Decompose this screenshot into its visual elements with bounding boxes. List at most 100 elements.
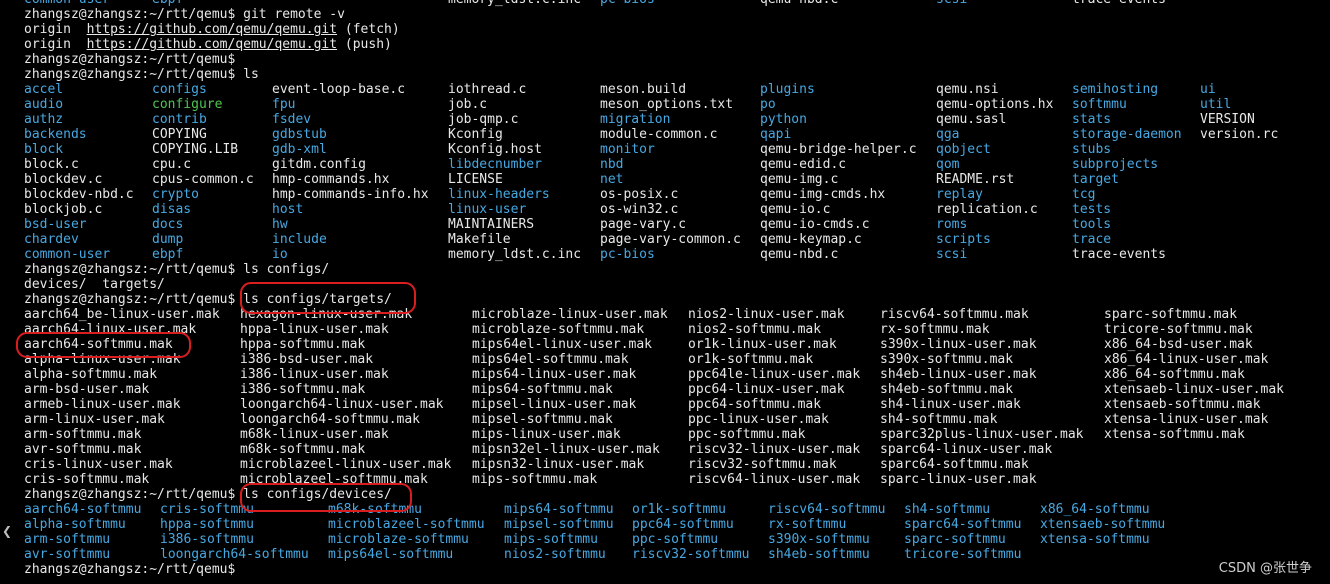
targets-row: alpha-softmmu.mak i386-linux-user.mak mips… — [24, 367, 1324, 382]
ls-entry: authz — [24, 112, 64, 127]
target-file: mips64el-linux-user.mak — [472, 337, 653, 352]
remote-url-link: https://github.com/qemu/qemu.git — [86, 37, 338, 52]
ls-entry: page-vary.c — [600, 217, 687, 232]
target-file: mipsel-linux-user.mak — [472, 397, 637, 412]
ls-entry: qemu-img-cmds.hx — [760, 187, 886, 202]
target-file: cris-linux-user.mak — [24, 457, 173, 472]
device-dir: arm-softmmu — [24, 532, 111, 547]
ls-entry: qemu.sasl — [936, 112, 1007, 127]
ls-row: blockdev-nbd.c crypto hmp-commands-info.hx… — [24, 187, 1324, 202]
ls-entry: tools — [1072, 217, 1112, 232]
target-file: aarch64-linux-user.mak — [24, 322, 197, 337]
target-file: sparc-softmmu.mak — [1104, 307, 1238, 322]
ls-entry: COPYING — [152, 127, 207, 142]
ls-entry: qemu-nbd.c — [760, 247, 839, 262]
target-file: mips-softmmu.mak — [472, 472, 598, 487]
device-dir: ppc-softmmu — [632, 532, 719, 547]
ls-entry: blockdev.c — [24, 172, 103, 187]
device-dir: s390x-softmmu — [768, 532, 870, 547]
ls-entry: migration — [600, 112, 671, 127]
ls-row: accel configs event-loop-base.c iothread.c m… — [24, 82, 1324, 97]
ls-entry: chardev — [24, 232, 79, 247]
ls-entry: pc-bios — [600, 0, 655, 7]
target-file: sparc64-softmmu.mak — [880, 457, 1029, 472]
ls-entry: roms — [936, 217, 968, 232]
ls-entry: Kconfig.host — [448, 142, 542, 157]
terminal-output: common-user ebpf memory_ldst.c.inc pc-bios q… — [24, 0, 1324, 577]
ls-entry: dump — [152, 232, 184, 247]
target-file: hppa-linux-user.mak — [240, 322, 389, 337]
ls-entry: replay — [936, 187, 983, 202]
terminal-line: zhangsz@zhangsz:~/rtt/qemu$ ls configs/ — [24, 262, 1324, 277]
terminal-text: zhangsz@zhangsz:~/rtt/qemu$ — [24, 52, 236, 67]
command-ls-configs: zhangsz@zhangsz:~/rtt/qemu$ ls configs/ — [24, 262, 330, 277]
terminal-line: origin https://github.com/qemu/qemu.git … — [24, 22, 1324, 37]
ls-entry: meson.build — [600, 82, 687, 97]
target-file: sparc-linux-user.mak — [880, 472, 1037, 487]
ls-entry: module-common.c — [600, 127, 718, 142]
target-file: ppc64-linux-user.mak — [688, 382, 845, 397]
ls-entry: COPYING.LIB — [152, 142, 239, 157]
command-ls-devices: ls configs/devices/ — [243, 487, 392, 502]
scroll-left-arrow-icon[interactable]: ❮ — [2, 524, 12, 538]
ls-entry: iothread.c — [448, 82, 527, 97]
ls-row: block.c cpu.c gitdm.config libdecnumber nbd q… — [24, 157, 1324, 172]
ls-entry: hw — [272, 217, 288, 232]
ls-entry: semihosting — [1072, 82, 1159, 97]
device-dir: mips64el-softmmu — [328, 547, 454, 562]
ls-row: common-user ebpf io memory_ldst.c.inc pc-bio… — [24, 247, 1324, 262]
ls-entry: net — [600, 172, 624, 187]
device-dir: sh4eb-softmmu — [768, 547, 870, 562]
target-file: riscv64-linux-user.mak — [688, 472, 861, 487]
targets-row: aarch64-softmmu.mak hppa-softmmu.mak mips6… — [24, 337, 1324, 352]
ls-entry: cpus-common.c — [152, 172, 254, 187]
device-dir: hppa-softmmu — [160, 517, 254, 532]
ls-entry: scripts — [936, 232, 991, 247]
device-dir: mipsel-softmmu — [504, 517, 614, 532]
ls-entry: fsdev — [272, 112, 312, 127]
ls-entry: subprojects — [1072, 157, 1159, 172]
devices-row: alpha-softmmu hppa-softmmu microblazeel-so… — [24, 517, 1324, 532]
ls-entry: trace-events — [1072, 0, 1166, 7]
target-file: mips64el-softmmu.mak — [472, 352, 629, 367]
target-file: mips64-linux-user.mak — [472, 367, 637, 382]
target-file: loongarch64-softmmu.mak — [240, 412, 421, 427]
command-ls-targets: ls configs/targets/ — [243, 292, 392, 307]
ls-entry: ui — [1200, 82, 1216, 97]
device-dir: mips-softmmu — [504, 532, 598, 547]
target-file: xtensaeb-linux-user.mak — [1104, 382, 1285, 397]
target-file: avr-softmmu.mak — [24, 442, 142, 457]
ls-entry: configure — [152, 97, 223, 112]
device-dir: i386-softmmu — [160, 532, 254, 547]
target-file: m68k-softmmu.mak — [240, 442, 366, 457]
terminal-line: zhangsz@zhangsz:~/rtt/qemu$ ls configs/d… — [24, 487, 1324, 502]
terminal-line: zhangsz@zhangsz:~/rtt/qemu$ ls — [24, 67, 1324, 82]
target-file: x86_64-linux-user.mak — [1104, 352, 1269, 367]
target-file: ppc64le-linux-user.mak — [688, 367, 861, 382]
device-dir: avr-softmmu — [24, 547, 111, 562]
device-dir: cris-softmmu — [160, 502, 254, 517]
ls-entry: disas — [152, 202, 192, 217]
ls-entry: util — [1200, 97, 1232, 112]
target-file: loongarch64-linux-user.mak — [240, 397, 444, 412]
target-file: mips64-softmmu.mak — [472, 382, 613, 397]
target-file: xtensaeb-softmmu.mak — [1104, 397, 1261, 412]
targets-row: armeb-linux-user.mak loongarch64-linux-us… — [24, 397, 1324, 412]
ls-entry: gdb-xml — [272, 142, 327, 157]
ls-entry: Makefile — [448, 232, 511, 247]
target-file: armeb-linux-user.mak — [24, 397, 181, 412]
target-file: sparc64-linux-user.mak — [880, 442, 1053, 457]
ls-entry: README.rst — [936, 172, 1015, 187]
ls-row: blockdev.c cpus-common.c hmp-commands.hx LI… — [24, 172, 1324, 187]
ls-entry: trace — [1072, 232, 1112, 247]
ls-entry: qemu-img.c — [760, 172, 839, 187]
ls-entry: backends — [24, 127, 87, 142]
ls-entry: qemu-io.c — [760, 202, 831, 217]
target-file: riscv32-softmmu.mak — [688, 457, 837, 472]
ls-row: blockjob.c disas host linux-user os-win32.c q… — [24, 202, 1324, 217]
ls-row: block COPYING.LIB gdb-xml Kconfig.host monit… — [24, 142, 1324, 157]
targets-row: arm-bsd-user.mak i386-softmmu.mak mips64-s… — [24, 382, 1324, 397]
device-dir: sh4-softmmu — [904, 502, 991, 517]
target-file: s390x-softmmu.mak — [880, 352, 1014, 367]
target-file: mipsn32-linux-user.mak — [472, 457, 645, 472]
